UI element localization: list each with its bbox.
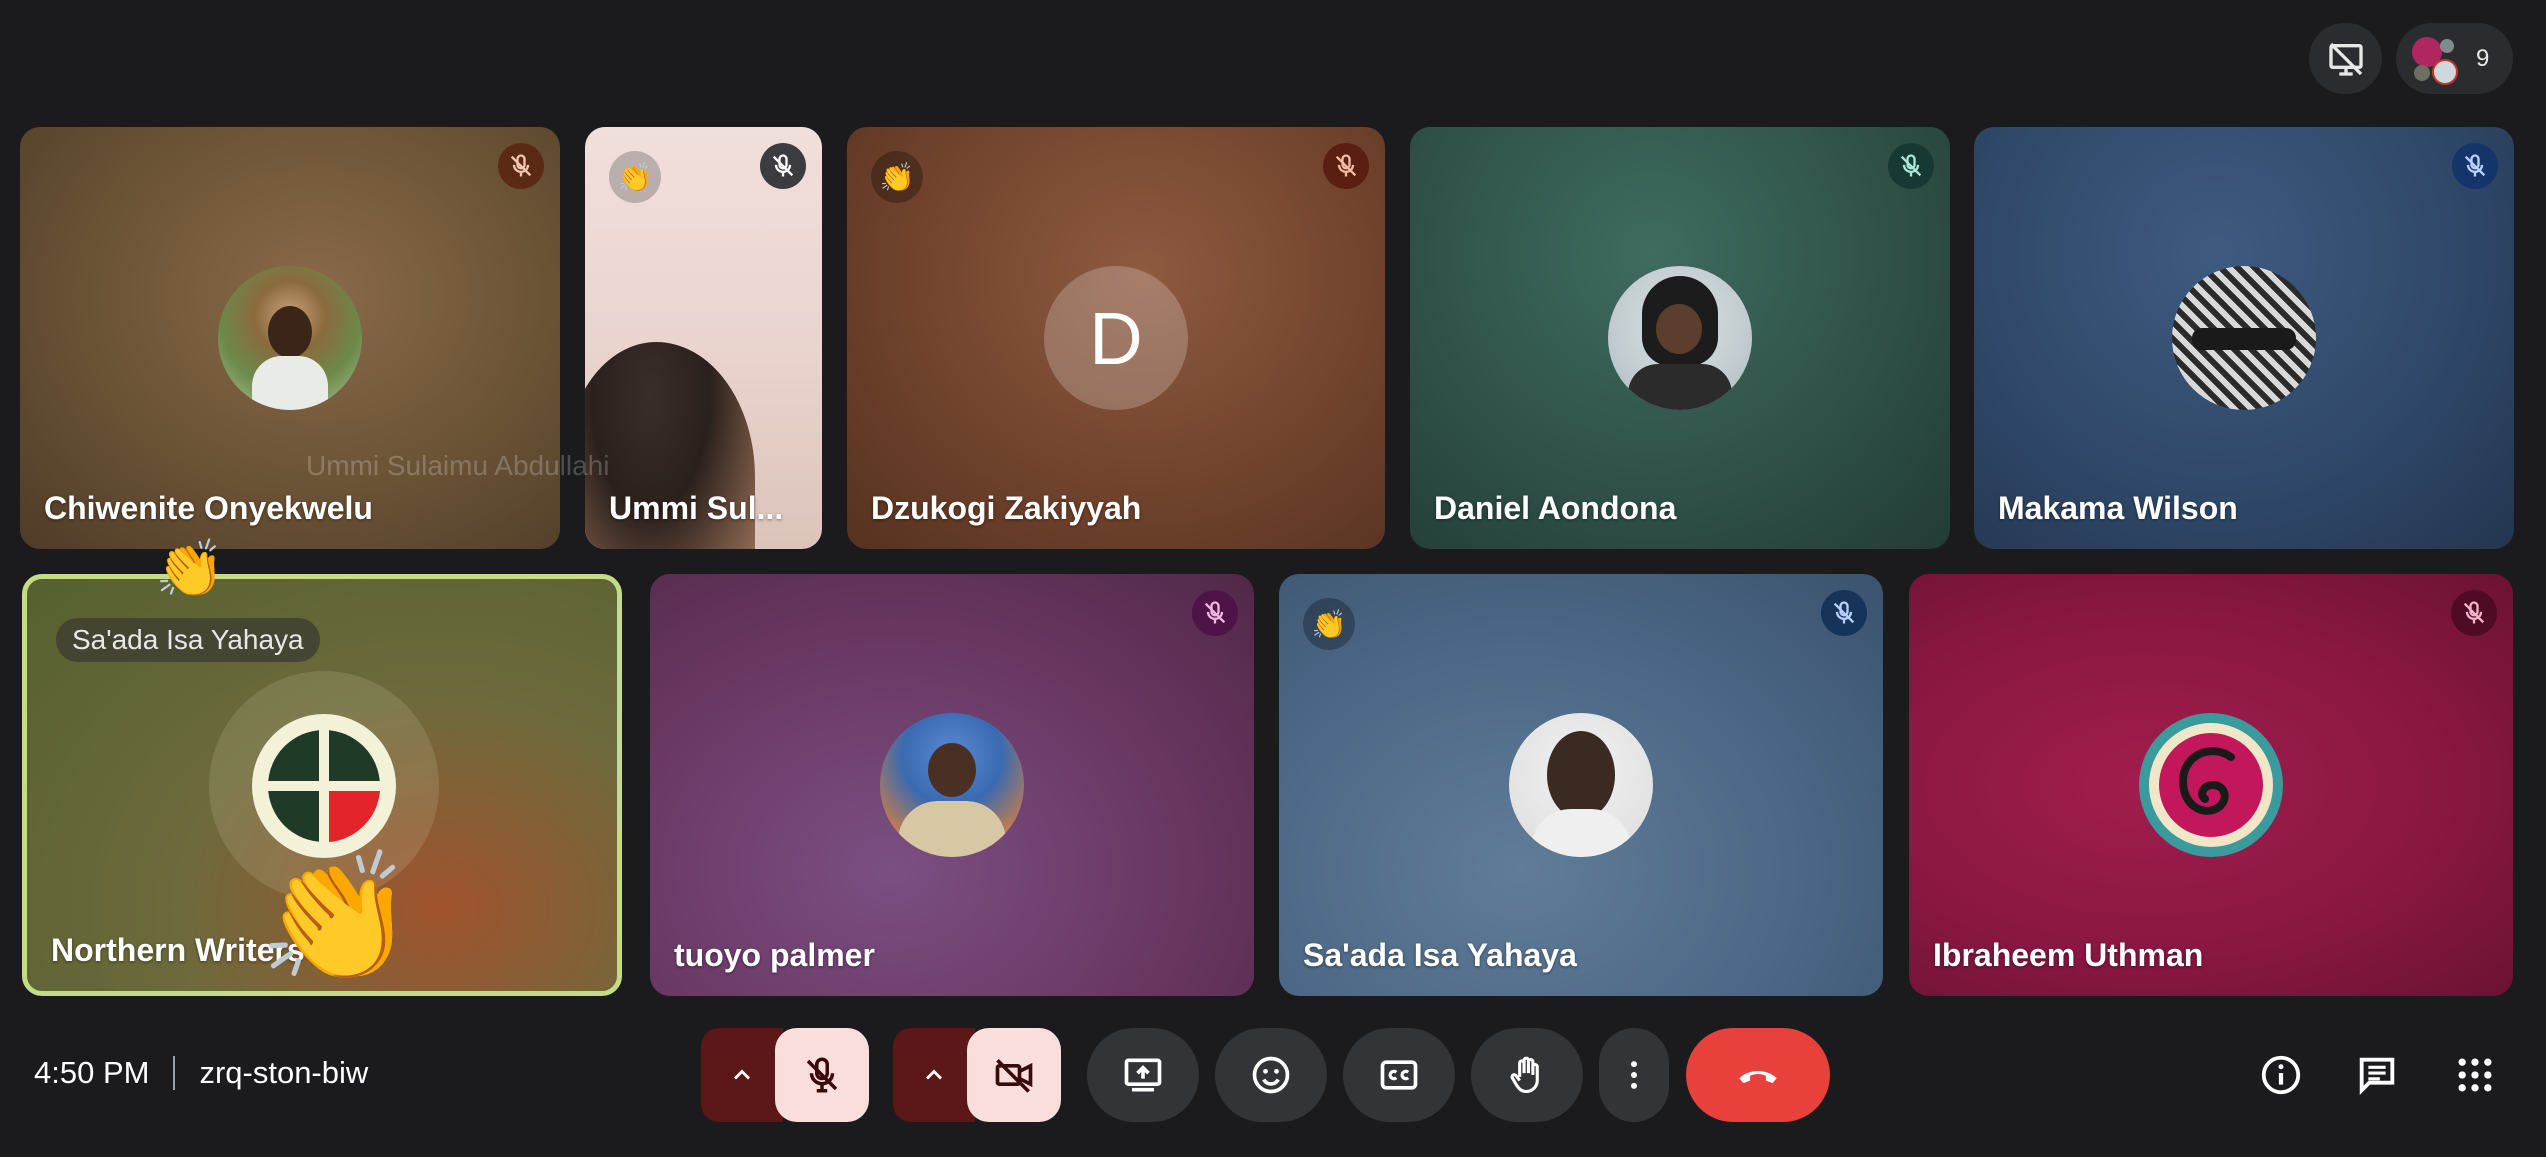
muted-indicator xyxy=(1821,590,1867,636)
participant-name: Chiwenite Onyekwelu xyxy=(44,490,373,526)
avatar: D xyxy=(1044,266,1188,410)
present-screen-button[interactable] xyxy=(1087,1028,1199,1122)
chevron-up-icon xyxy=(734,1069,750,1080)
raised-hand-badge: 👏 xyxy=(609,151,661,203)
mic-off-icon xyxy=(1204,601,1226,624)
meeting-details-button[interactable] xyxy=(2251,1045,2311,1105)
presentation-off-button[interactable] xyxy=(2309,23,2382,94)
microphone-toggle-button[interactable] xyxy=(775,1028,869,1122)
meeting-info: 4:50 PM zrq-ston-biw xyxy=(34,1055,368,1091)
muted-indicator xyxy=(1323,143,1369,189)
reaction-emoji: 👏 xyxy=(155,537,225,600)
camera-control xyxy=(893,1028,1061,1122)
emoji-icon xyxy=(1252,1056,1290,1094)
avatar xyxy=(1608,266,1752,410)
muted-indicator xyxy=(2452,143,2498,189)
participant-tile[interactable]: Chiwenite Onyekwelu xyxy=(20,127,560,549)
present-screen-icon xyxy=(1124,1058,1162,1092)
faded-reaction-label: Ummi Sulaimu Abdullahi xyxy=(306,450,610,481)
leave-call-button[interactable] xyxy=(1686,1028,1830,1122)
more-vert-icon xyxy=(1631,1061,1637,1089)
muted-indicator xyxy=(498,143,544,189)
microphone-control xyxy=(701,1028,869,1122)
participant-avatars-icon xyxy=(2410,34,2458,85)
mic-off-icon xyxy=(772,154,794,177)
mic-off-icon xyxy=(2463,601,2485,624)
divider xyxy=(173,1056,176,1090)
avatar xyxy=(880,713,1024,857)
participant-name: Dzukogi Zakiyyah xyxy=(871,490,1142,526)
chat-icon xyxy=(2359,1057,2395,1095)
mic-off-icon xyxy=(2464,154,2486,177)
presentation-off-icon xyxy=(2328,42,2363,76)
avatar xyxy=(2139,713,2283,857)
participant-count: 9 xyxy=(2476,44,2490,72)
avatar xyxy=(1509,713,1653,857)
participant-name: Ibraheem Uthman xyxy=(1933,937,2204,973)
dragon-logo-icon xyxy=(2149,723,2273,847)
mic-off-icon xyxy=(1335,154,1357,177)
participant-tile[interactable]: 👏 Ummi Sul... xyxy=(585,127,822,549)
apps-grid-icon xyxy=(2458,1058,2492,1092)
participant-name: Sa'ada Isa Yahaya xyxy=(1303,937,1577,973)
organization-logo-icon xyxy=(268,730,380,842)
reaction-sender-label: Sa'ada Isa Yahaya xyxy=(56,618,320,662)
muted-indicator xyxy=(2451,590,2497,636)
hang-up-icon xyxy=(1739,1070,1777,1084)
mic-off-icon xyxy=(806,1057,838,1093)
avatar xyxy=(2172,266,2316,410)
chat-button[interactable] xyxy=(2347,1045,2407,1105)
reactions-button[interactable] xyxy=(1215,1028,1327,1122)
participant-name: Daniel Aondona xyxy=(1434,490,1677,526)
mic-off-icon xyxy=(1900,154,1922,177)
muted-indicator xyxy=(760,143,806,189)
participant-tile[interactable]: Ibraheem Uthman xyxy=(1909,574,2513,996)
meeting-time: 4:50 PM xyxy=(34,1055,150,1090)
avatar xyxy=(252,714,396,858)
captions-button[interactable] xyxy=(1343,1028,1455,1122)
reaction-emoji-large: 👏 xyxy=(258,847,415,988)
chevron-up-icon xyxy=(926,1069,942,1080)
avatar xyxy=(218,266,362,410)
activities-button[interactable] xyxy=(2445,1045,2505,1105)
raise-hand-icon xyxy=(1510,1056,1539,1094)
mic-off-icon xyxy=(1833,601,1855,624)
more-options-button[interactable] xyxy=(1599,1028,1669,1122)
camera-toggle-button[interactable] xyxy=(967,1028,1061,1122)
audio-settings-button[interactable] xyxy=(701,1028,783,1122)
participant-tile[interactable]: Makama Wilson xyxy=(1974,127,2514,549)
video-settings-button[interactable] xyxy=(893,1028,975,1122)
camera-off-icon xyxy=(995,1059,1033,1093)
participant-name: Ummi Sul... xyxy=(609,490,784,526)
raised-hand-badge: 👏 xyxy=(1303,598,1355,650)
participants-button[interactable]: 9 xyxy=(2396,23,2513,94)
participant-tile[interactable]: Daniel Aondona xyxy=(1410,127,1950,549)
muted-indicator xyxy=(1192,590,1238,636)
info-icon xyxy=(2261,1055,2301,1095)
participant-tile[interactable]: 👏 Sa'ada Isa Yahaya xyxy=(1279,574,1883,996)
mic-off-icon xyxy=(510,154,532,177)
muted-indicator xyxy=(1888,143,1934,189)
captions-icon xyxy=(1380,1060,1418,1090)
participant-name: tuoyo palmer xyxy=(674,937,875,973)
participant-tile[interactable]: tuoyo palmer xyxy=(650,574,1254,996)
raised-hand-badge: 👏 xyxy=(871,151,923,203)
raise-hand-button[interactable] xyxy=(1471,1028,1583,1122)
meeting-code: zrq-ston-biw xyxy=(199,1055,369,1090)
participant-tile[interactable]: D 👏 Dzukogi Zakiyyah xyxy=(847,127,1385,549)
participant-name: Makama Wilson xyxy=(1998,490,2238,526)
